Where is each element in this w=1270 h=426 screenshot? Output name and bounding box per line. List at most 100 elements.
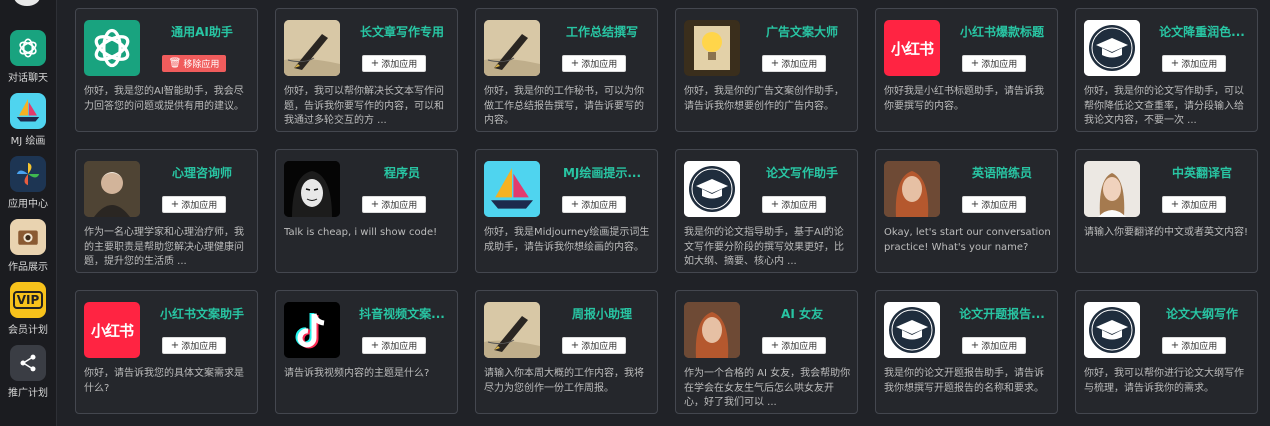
- app-card[interactable]: 小红书 小红书爆款标题 + 添加应用 你好我是小红书标题助手，请告诉我你要撰写的内容。: [875, 8, 1058, 132]
- button-label: 添加应用: [581, 342, 618, 352]
- button-label: 添加应用: [781, 342, 818, 352]
- graduation-cap-icon: [684, 161, 740, 217]
- app-card[interactable]: 中英翻译官 + 添加应用 请输入你要翻译的中文或者英文内容!: [1075, 149, 1258, 273]
- app-description: 作为一个合格的 AI 女友，我会帮助你在学会在女友生气后怎么哄女友开心，好了我们…: [684, 368, 851, 408]
- app-card[interactable]: 小红书 小红书文案助手 + 添加应用 你好，请告诉我您的具体文案需求是什么?: [75, 290, 258, 414]
- plus-icon: +: [570, 339, 580, 351]
- app-card[interactable]: 通用AI助手 🗑 移除应用你好，我是您的AI智能助手，我会尽力回答您的问题或提供有用…: [75, 8, 258, 132]
- app-card[interactable]: 周报小助理 + 添加应用请输入你本周大概的工作内容，我将尽力为您创作一份工作周报。: [475, 290, 658, 414]
- graduation-cap-icon: [1084, 302, 1140, 358]
- app-title: 英语陪练员: [971, 166, 1032, 180]
- woman-portrait-icon: [684, 302, 740, 358]
- app-description: 请输入你本周大概的工作内容，我将尽力为您创作一份工作周报。: [484, 368, 644, 394]
- add-app-button[interactable]: + 添加应用: [962, 337, 1026, 354]
- plus-icon: +: [570, 198, 580, 210]
- app-title: AI 女友: [781, 307, 823, 321]
- add-app-button[interactable]: + 添加应用: [162, 337, 226, 354]
- app-card[interactable]: 论文开题报告... + 添加应用 我是你的论文开题报告助手，请告诉我你想撰写开题报告的…: [875, 290, 1058, 414]
- add-app-button[interactable]: + 添加应用: [1162, 337, 1226, 354]
- add-app-button[interactable]: + 添加应用: [362, 337, 426, 354]
- app-card[interactable]: 长文章写作专用 + 添加应用 你好，我可以帮你解决长文本写作问题，告诉我你要写作的内容…: [275, 8, 458, 132]
- add-app-button[interactable]: + 添加应用: [562, 55, 626, 72]
- add-app-button[interactable]: + 添加应用: [162, 196, 226, 213]
- xiaohongshu-logo-icon: 小红书: [884, 20, 940, 76]
- app-description: 你好，我可以帮你解决长文本写作问题，告诉我你要写作的内容，可以和我通过多轮交互的…: [284, 86, 444, 126]
- app-description: Talk is cheap, i will show code!: [284, 227, 438, 238]
- app-card[interactable]: 程序员 + 添加应用 Talk is cheap, i will show code!: [275, 149, 458, 273]
- logo-text: 小红书: [890, 39, 934, 58]
- add-app-button[interactable]: + 添加应用: [362, 55, 426, 72]
- app-card[interactable]: 心理咨询师 + 添加应用 作为一名心理学家和心理治疗师，我的主要职责是帮助您解决心理健…: [75, 149, 258, 273]
- add-app-button[interactable]: + 添加应用: [962, 196, 1026, 213]
- sidebar: 对话聊天 MJ 绘画 应用中心 作品展示 VIP 会员计划 推广计划: [0, 0, 57, 426]
- app-title: MJ绘画提示...: [562, 166, 642, 180]
- app-description: 你好，我是你的工作秘书，可以为你做工作总结报告撰写，请告诉要写的内容。: [484, 86, 644, 126]
- button-label: 添加应用: [981, 60, 1018, 70]
- sidebar-item-promote[interactable]: 推广计划: [0, 345, 56, 399]
- app-card[interactable]: 论文降重润色... + 添加应用 你好，我是你的论文写作助手，可以帮你降低论文查重率，…: [1075, 8, 1258, 132]
- button-label: 添加应用: [781, 60, 818, 70]
- add-app-button[interactable]: + 添加应用: [562, 337, 626, 354]
- app-card[interactable]: 论文写作助手 + 添加应用 我是你的论文指导助手，基于AI的论文写作要分阶段的撰写效果…: [675, 149, 858, 273]
- app-description: Okay, let's start our conversation pract…: [884, 227, 1051, 253]
- graduation-cap-icon: [1084, 20, 1140, 76]
- plus-icon: +: [370, 57, 380, 69]
- button-label: 添加应用: [1181, 60, 1218, 70]
- app-title: 小红书爆款标题: [959, 25, 1044, 39]
- app-title: 中英翻译官: [1171, 166, 1232, 180]
- add-app-button[interactable]: + 添加应用: [1162, 196, 1226, 213]
- button-label: 添加应用: [981, 342, 1018, 352]
- sidebar-item-vip[interactable]: VIP 会员计划: [0, 282, 56, 336]
- button-label: 添加应用: [381, 201, 418, 211]
- button-label: 添加应用: [981, 201, 1018, 211]
- lightbulb-icon: [684, 20, 740, 76]
- portrait-icon: [84, 161, 140, 217]
- app-title: 论文开题报告...: [959, 307, 1045, 321]
- app-title: 通用AI助手: [171, 25, 233, 39]
- add-app-button[interactable]: + 添加应用: [962, 55, 1026, 72]
- app-card[interactable]: 广告文案大师 + 添加应用 你好，我是你的广告文案创作助手，请告诉我你想要创作的广告内…: [675, 8, 858, 132]
- add-app-button[interactable]: + 添加应用: [562, 196, 626, 213]
- plus-icon: +: [1170, 57, 1180, 69]
- add-app-button[interactable]: + 添加应用: [1162, 55, 1226, 72]
- app-card[interactable]: 工作总结撰写 + 添加应用 你好，我是你的工作秘书，可以为你做工作总结报告撰写，请告诉…: [475, 8, 658, 132]
- sidebar-item-apps[interactable]: 应用中心: [0, 156, 56, 210]
- add-app-button[interactable]: + 添加应用: [362, 196, 426, 213]
- app-description: 你好，我是你的论文写作助手，可以帮你降低论文查重率，请分段输入给我论文内容，不要…: [1084, 86, 1244, 126]
- sidebar-item-gallery[interactable]: 作品展示: [0, 219, 56, 273]
- sidebar-item-chat[interactable]: 对话聊天: [0, 30, 56, 84]
- sidebar-item-label: 应用中心: [8, 199, 48, 210]
- app-card[interactable]: MJ绘画提示... + 添加应用你好，我是Midjourney绘画提示词生成助手，请…: [475, 149, 658, 273]
- app-card[interactable]: 英语陪练员 + 添加应用 Okay, let's start our conversa…: [875, 149, 1058, 273]
- app-title: 小红书文案助手: [159, 307, 244, 321]
- app-title: 心理咨询师: [171, 166, 232, 180]
- sidebar-item-label: 会员计划: [8, 325, 48, 336]
- woman-portrait-icon: [884, 161, 940, 217]
- app-title: 论文写作助手: [765, 166, 838, 180]
- button-label: 添加应用: [581, 60, 618, 70]
- vip-badge: VIP: [12, 291, 44, 309]
- button-label: 添加应用: [581, 201, 618, 211]
- app-card[interactable]: AI 女友 + 添加应用作为一个合格的 AI 女友，我会帮助你在学会在女友生气后怎么…: [675, 290, 858, 414]
- plus-icon: +: [170, 339, 180, 351]
- add-app-button[interactable]: + 添加应用: [762, 55, 826, 72]
- sidebar-item-mj[interactable]: MJ 绘画: [0, 93, 56, 147]
- app-description: 你好，我是Midjourney绘画提示词生成助手，请告诉我你想绘画的内容。: [484, 227, 650, 253]
- openai-logo-icon: [10, 30, 46, 66]
- app-title: 周报小助理: [571, 307, 632, 321]
- add-app-button[interactable]: + 添加应用: [762, 337, 826, 354]
- app-card[interactable]: 抖音视频文案... + 添加应用 请告诉我视频内容的主题是什么?: [275, 290, 458, 414]
- app-grid: 通用AI助手 🗑 移除应用你好，我是您的AI智能助手，我会尽力回答您的问题或提供有用…: [66, 0, 1270, 426]
- camera-icon: [10, 219, 46, 255]
- user-avatar[interactable]: [14, 0, 40, 6]
- app-card[interactable]: 论文大纲写作 + 添加应用 你好，我可以帮你进行论文大纲写作与梳理，请告诉我你的需求。: [1075, 290, 1258, 414]
- button-label: 添加应用: [1181, 342, 1218, 352]
- app-title: 抖音视频文案...: [359, 307, 445, 321]
- button-label: 添加应用: [381, 60, 418, 70]
- share-icon: [10, 345, 46, 381]
- remove-app-button[interactable]: 🗑 移除应用: [162, 55, 226, 72]
- app-title: 论文大纲写作: [1165, 307, 1238, 321]
- button-label: 添加应用: [781, 201, 818, 211]
- app-description: 你好，我是您的AI智能助手，我会尽力回答您的问题或提供有用的建议。: [84, 86, 244, 112]
- add-app-button[interactable]: + 添加应用: [762, 196, 826, 213]
